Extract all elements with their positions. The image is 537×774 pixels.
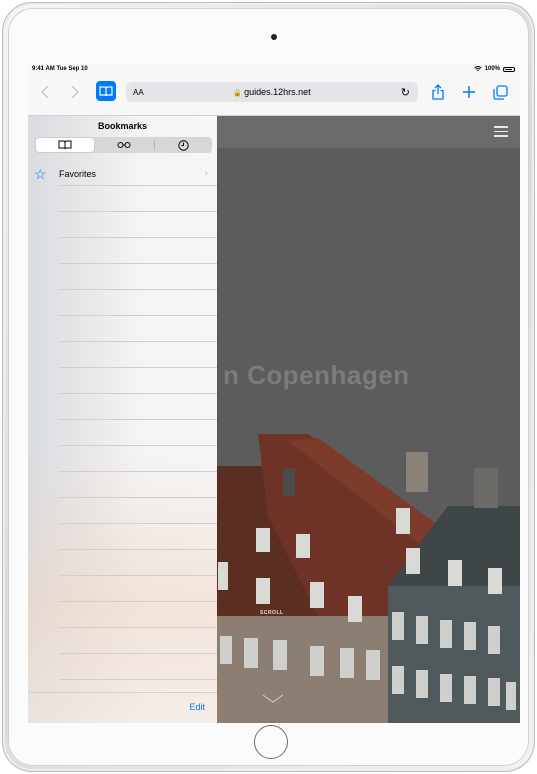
tab-bookmarks[interactable] (36, 138, 94, 152)
home-button[interactable] (254, 725, 288, 759)
list-item-favorites[interactable]: ☆ Favorites › (28, 165, 217, 185)
star-icon: ☆ (34, 166, 47, 182)
lock-icon: 🔒 (233, 90, 243, 97)
list-separator (59, 627, 217, 628)
bookmarks-button[interactable] (96, 81, 116, 101)
favorites-label: Favorites (59, 169, 97, 179)
list-separator (59, 263, 217, 264)
url-text: guides.12hrs.net (244, 87, 311, 97)
share-button[interactable] (430, 82, 446, 102)
list-separator (59, 601, 217, 602)
address-bar[interactable]: AA 🔒 guides.12hrs.net ↻ (126, 82, 418, 102)
list-separator (59, 653, 217, 654)
battery-icon (503, 66, 515, 72)
chevron-down-icon[interactable] (262, 694, 284, 704)
sidebar-segmented-control (34, 137, 212, 153)
list-separator (59, 289, 217, 290)
status-bar: 9:41 AM Tue Sep 10 100% (28, 63, 520, 77)
back-button[interactable] (36, 82, 54, 102)
battery-percent: 100% (484, 66, 500, 72)
front-camera (271, 34, 277, 40)
bookmarks-sidebar: Bookmarks ☆ Favorites › Edit (28, 116, 217, 723)
list-separator (59, 419, 217, 420)
list-separator (59, 497, 217, 498)
list-separator (59, 679, 217, 680)
edit-button[interactable]: Edit (189, 702, 205, 712)
tab-history[interactable] (155, 138, 211, 152)
sidebar-title: Bookmarks (97, 121, 148, 131)
wifi-icon (473, 66, 482, 71)
forward-button[interactable] (66, 82, 84, 102)
status-time: 9:41 AM Tue Sep 10 (32, 66, 88, 72)
scroll-label: SCROLL (260, 610, 284, 616)
list-separator (59, 367, 217, 368)
chevron-right-icon: › (204, 168, 208, 179)
list-separator (59, 471, 217, 472)
url-display: 🔒 guides.12hrs.net (126, 87, 418, 97)
list-separator (59, 237, 217, 238)
status-indicators: 100% (473, 66, 515, 72)
tabs-icon (492, 84, 508, 100)
tab-reading-list[interactable] (95, 138, 153, 152)
list-separator (59, 523, 217, 524)
share-icon (432, 84, 444, 100)
list-separator (59, 341, 217, 342)
plus-icon (463, 86, 475, 98)
list-separator (59, 185, 217, 186)
book-icon (99, 85, 113, 96)
sidebar-bottom-bar: Edit (28, 692, 217, 723)
list-separator (59, 549, 217, 550)
chevron-right-icon (71, 85, 79, 99)
reload-icon[interactable]: ↻ (401, 86, 410, 99)
tabs-button[interactable] (491, 82, 509, 102)
book-icon (58, 140, 72, 150)
clock-icon (177, 139, 189, 151)
glasses-icon (117, 142, 131, 148)
hero-title: n Copenhagen (223, 360, 410, 390)
list-separator (59, 575, 217, 576)
list-separator (59, 211, 217, 212)
screen: 9:41 AM Tue Sep 10 100% AA 🔒 guides.12hrs… (28, 63, 520, 723)
list-separator (59, 315, 217, 316)
new-tab-button[interactable] (460, 82, 478, 102)
browser-toolbar: AA 🔒 guides.12hrs.net ↻ (28, 77, 520, 116)
list-separator (59, 445, 217, 446)
chevron-left-icon (41, 85, 49, 99)
list-separator (59, 393, 217, 394)
